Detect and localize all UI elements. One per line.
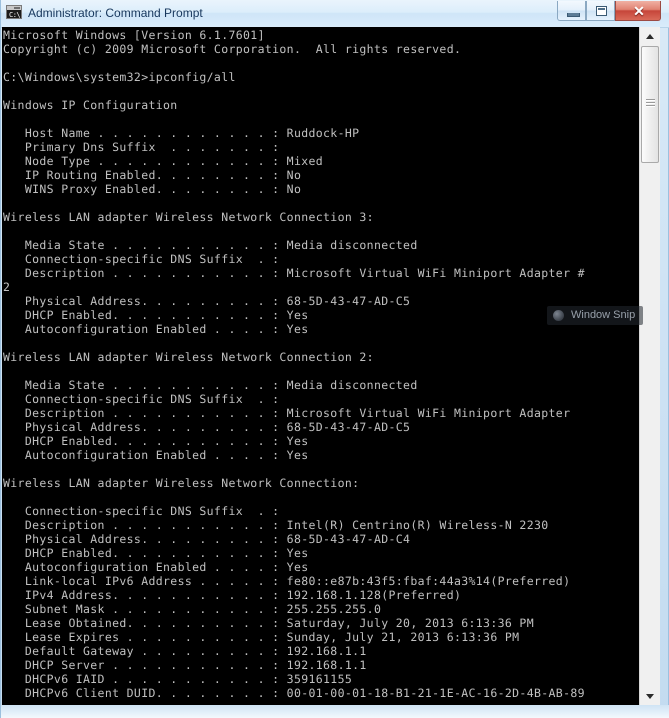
scrollbar-thumb[interactable] (641, 46, 659, 163)
console-client-area: Microsoft Windows [Version 6.1.7601] Cop… (2, 27, 662, 705)
cmd-icon[interactable]: C:\ (6, 5, 22, 19)
window-snip-overlay: Window Snip (547, 306, 643, 325)
window-titlebar[interactable]: C:\ Administrator: Command Prompt ✕ (1, 0, 669, 28)
snip-tool-icon (553, 310, 564, 321)
maximize-icon (596, 6, 607, 16)
console-output[interactable]: Microsoft Windows [Version 6.1.7601] Cop… (2, 27, 639, 705)
cmd-icon-prompt-glyph: C:\ (9, 11, 21, 19)
window-title: Administrator: Command Prompt (28, 6, 203, 20)
close-button[interactable]: ✕ (615, 1, 661, 21)
scroll-down-arrow-icon[interactable] (640, 687, 660, 705)
scroll-up-arrow-icon[interactable] (640, 27, 660, 45)
chevron-down-icon (646, 694, 654, 699)
minimize-button[interactable] (557, 1, 586, 21)
vertical-scrollbar[interactable] (639, 27, 660, 705)
chevron-up-icon (646, 34, 654, 39)
window-bottom-frame (1, 705, 669, 718)
minimize-icon (567, 13, 580, 17)
scrollbar-grip-icon (646, 99, 655, 108)
console-text: Microsoft Windows [Version 6.1.7601] Cop… (3, 28, 585, 700)
close-icon: ✕ (633, 3, 645, 19)
maximize-button[interactable] (586, 1, 615, 21)
window-snip-label: Window Snip (571, 309, 636, 321)
command-prompt-window: C:\ Administrator: Command Prompt ✕ Micr… (0, 0, 669, 718)
cmd-icon-titlebar-glyph (7, 6, 21, 10)
